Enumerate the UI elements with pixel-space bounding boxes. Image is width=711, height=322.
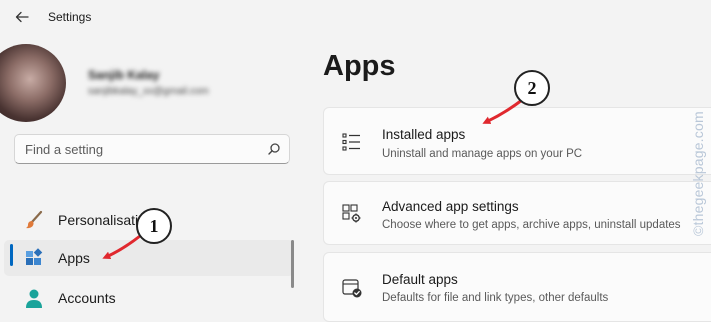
watermark: ©thegeekpage.com — [690, 111, 706, 236]
selection-indicator — [10, 244, 13, 266]
search-input[interactable] — [25, 135, 255, 163]
person-icon — [26, 289, 42, 308]
back-button[interactable] — [10, 6, 34, 28]
avatar[interactable] — [0, 44, 66, 122]
search-icon[interactable] — [267, 142, 281, 156]
step-badge-2: 2 — [514, 70, 550, 106]
list-icon — [342, 133, 360, 151]
default-apps-icon — [342, 279, 362, 298]
card-title: Installed apps — [382, 127, 466, 142]
card-description: Defaults for file and link types, other … — [382, 292, 609, 304]
window-title: Settings — [48, 10, 92, 24]
apps-icon — [26, 248, 43, 265]
card-title: Advanced app settings — [382, 199, 519, 214]
user-email: sanjibkalay_xx@gmail.com — [88, 86, 209, 97]
paintbrush-icon — [26, 210, 43, 229]
back-arrow-icon — [15, 11, 29, 23]
title-bar: Settings — [0, 0, 711, 36]
sidebar-item-apps[interactable]: Apps — [4, 240, 294, 276]
app-settings-icon — [342, 204, 361, 223]
card-title: Default apps — [382, 272, 458, 287]
search-box[interactable] — [14, 134, 290, 164]
sidebar-scrollbar[interactable] — [291, 240, 294, 288]
page-title: Apps — [323, 50, 396, 82]
card-description: Uninstall and manage apps on your PC — [382, 148, 583, 160]
card-advanced-app-settings[interactable]: Advanced app settings Choose where to ge… — [323, 181, 711, 245]
step-badge-1: 1 — [136, 208, 172, 244]
sidebar-item-accounts[interactable]: Accounts — [0, 280, 295, 316]
user-name: Sanjib Kalay — [88, 68, 160, 82]
card-default-apps[interactable]: Default apps Defaults for file and link … — [323, 252, 711, 322]
card-installed-apps[interactable]: Installed apps Uninstall and manage apps… — [323, 107, 711, 175]
sidebar-item-label: Accounts — [58, 290, 116, 306]
card-description: Choose where to get apps, archive apps, … — [382, 219, 681, 231]
sidebar-item-label: Apps — [58, 250, 90, 266]
